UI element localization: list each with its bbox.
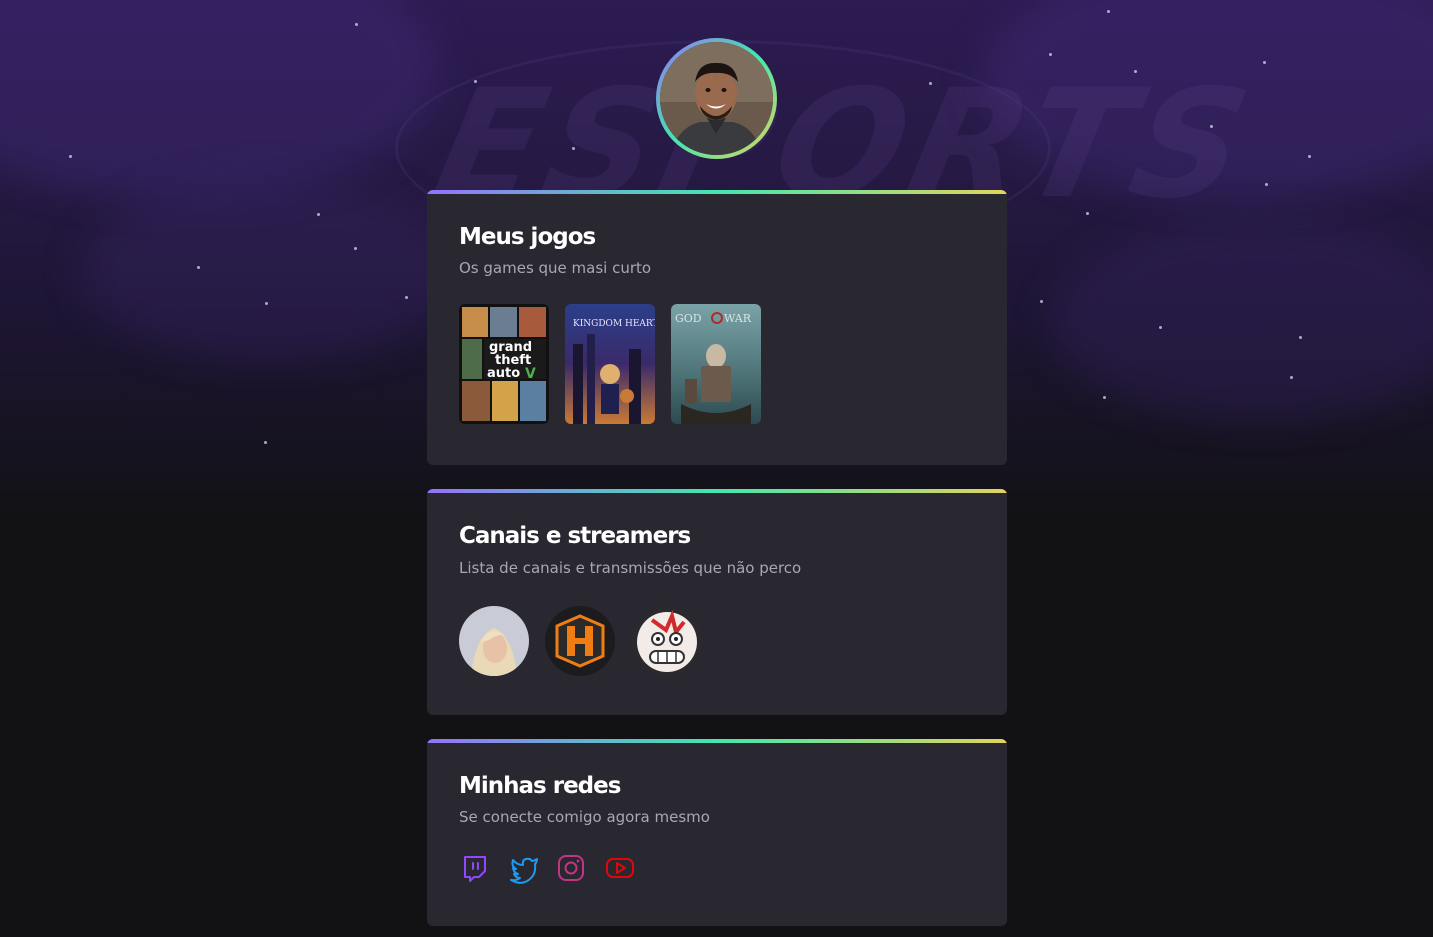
star	[474, 80, 477, 83]
cartoon-face-avatar-icon	[632, 606, 702, 676]
svg-text:V: V	[525, 366, 536, 382]
gta-cover-icon: grand theft auto V	[459, 304, 549, 424]
profile-avatar-ring	[656, 38, 777, 159]
svg-text:WAR: WAR	[724, 312, 752, 325]
twitch-link[interactable]	[459, 852, 491, 884]
game-gta-v[interactable]: grand theft auto V	[459, 304, 549, 424]
star	[1308, 155, 1311, 158]
kingdom-hearts-cover-icon: KINGDOM HEARTS	[565, 304, 655, 424]
twitch-icon	[464, 856, 486, 882]
channel-streamer-1[interactable]	[459, 606, 529, 676]
star	[265, 302, 268, 305]
svg-text:KINGDOM HEARTS: KINGDOM HEARTS	[573, 319, 655, 329]
star	[354, 247, 357, 250]
social-card: Minhas redes Se conecte comigo agora mes…	[427, 739, 1007, 926]
svg-text:GOD: GOD	[675, 312, 702, 325]
h-logo-avatar-icon	[545, 606, 615, 676]
instagram-icon	[558, 855, 584, 881]
social-title: Minhas redes	[459, 773, 621, 799]
star	[1086, 212, 1089, 215]
channel-streamer-3[interactable]	[632, 606, 702, 676]
star	[69, 155, 72, 158]
star	[1265, 183, 1268, 186]
star	[1040, 300, 1043, 303]
star	[572, 147, 575, 150]
twitter-link[interactable]	[508, 852, 540, 884]
profile-photo	[660, 42, 773, 155]
games-card: Meus jogos Os games que masi curto grand…	[427, 190, 1007, 465]
star	[1159, 326, 1162, 329]
instagram-link[interactable]	[555, 852, 587, 884]
channels-subtitle: Lista de canais e transmissões que não p…	[459, 559, 802, 577]
star	[1263, 61, 1266, 64]
game-kingdom-hearts[interactable]: KINGDOM HEARTS	[565, 304, 655, 424]
games-title: Meus jogos	[459, 224, 596, 250]
star	[1134, 70, 1137, 73]
games-subtitle: Os games que masi curto	[459, 259, 652, 277]
star	[197, 266, 200, 269]
star	[405, 296, 408, 299]
background-wave	[80, 180, 460, 360]
streamer-avatar-icon	[459, 606, 529, 676]
game-god-of-war[interactable]: GOD WAR	[671, 304, 761, 424]
star	[1049, 53, 1052, 56]
profile-avatar	[660, 42, 773, 155]
channels-card: Canais e streamers Lista de canais e tra…	[427, 489, 1007, 715]
star	[1107, 10, 1110, 13]
social-subtitle: Se conecte comigo agora mesmo	[459, 808, 710, 826]
star	[1103, 396, 1106, 399]
youtube-icon	[606, 858, 634, 878]
channels-title: Canais e streamers	[459, 523, 691, 549]
background-wave	[1050, 220, 1433, 420]
star	[1290, 376, 1293, 379]
channel-streamer-2[interactable]	[545, 606, 615, 676]
star	[317, 213, 320, 216]
star	[264, 441, 267, 444]
svg-text:auto: auto	[487, 366, 520, 381]
god-of-war-cover-icon: GOD WAR	[671, 304, 761, 424]
twitter-icon	[510, 857, 538, 884]
star	[929, 82, 932, 85]
youtube-link[interactable]	[604, 852, 636, 884]
star	[1210, 125, 1213, 128]
star	[355, 23, 358, 26]
background-wave	[0, 0, 440, 200]
star	[1299, 336, 1302, 339]
